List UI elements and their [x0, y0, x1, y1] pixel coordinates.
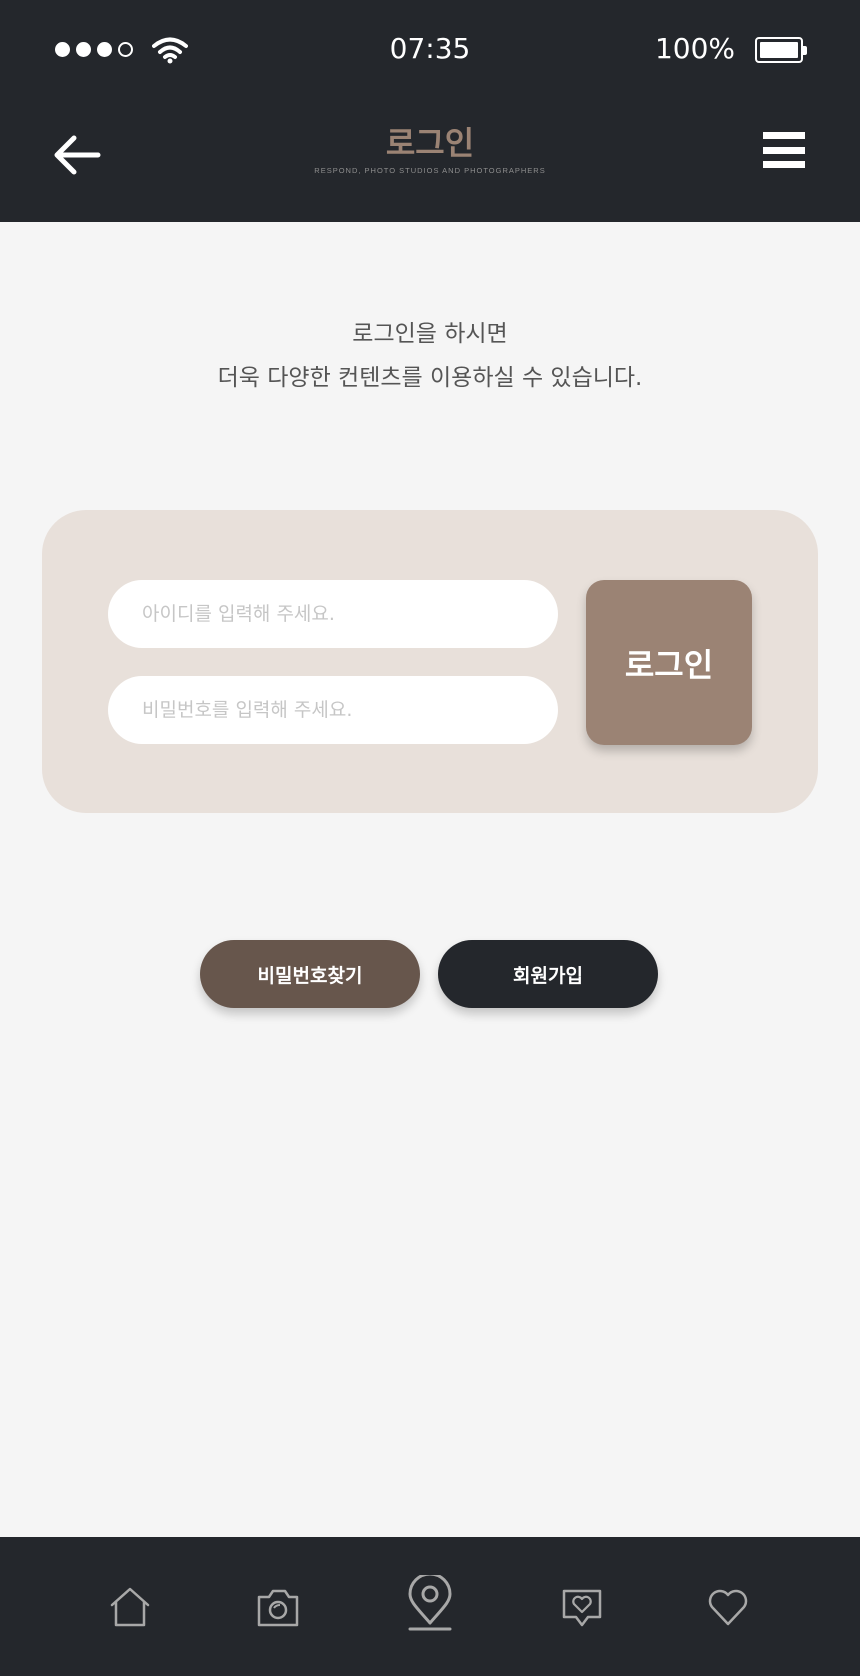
location-pin-icon	[408, 1572, 452, 1631]
intro-line-1: 로그인을 하시면	[352, 321, 508, 347]
app-header: 로그인 RESPOND, PHOTO STUDIOS AND PHOTOGRAP…	[0, 100, 860, 222]
login-button[interactable]: 로그인	[586, 580, 752, 745]
heart-chat-icon	[562, 1589, 602, 1627]
status-bar: 07:35 100%	[0, 0, 860, 100]
tab-messages[interactable]	[558, 1583, 606, 1631]
login-intro: 로그인을 하시면 더욱 다양한 컨텐츠를 이용하실 수 있습니다.	[0, 312, 860, 400]
battery-fill	[760, 42, 798, 58]
intro-line-2: 더욱 다양한 컨텐츠를 이용하실 수 있습니다.	[217, 365, 643, 391]
home-icon	[110, 1587, 150, 1627]
tab-home[interactable]	[106, 1583, 154, 1631]
password-input[interactable]	[108, 676, 558, 744]
login-card: 로그인	[42, 510, 818, 813]
page-title: 로그인	[385, 124, 475, 162]
tab-favorites[interactable]	[704, 1583, 752, 1631]
bottom-tab-bar	[0, 1537, 860, 1676]
page-subtitle: RESPOND, PHOTO STUDIOS AND PHOTOGRAPHERS	[314, 166, 546, 175]
hamburger-icon-bar	[763, 132, 805, 139]
signup-button[interactable]: 회원가입	[438, 940, 658, 1008]
tab-location[interactable]	[402, 1572, 458, 1631]
tab-camera[interactable]	[254, 1583, 302, 1631]
hamburger-icon-bar	[763, 161, 805, 168]
heart-icon	[708, 1589, 748, 1626]
user-id-input[interactable]	[108, 580, 558, 648]
find-password-button[interactable]: 비밀번호찾기	[200, 940, 420, 1008]
camera-icon	[257, 1589, 299, 1627]
menu-button[interactable]	[763, 132, 805, 168]
battery-percentage: 100%	[654, 32, 735, 65]
hamburger-icon-bar	[763, 146, 805, 154]
battery-icon	[755, 37, 807, 63]
